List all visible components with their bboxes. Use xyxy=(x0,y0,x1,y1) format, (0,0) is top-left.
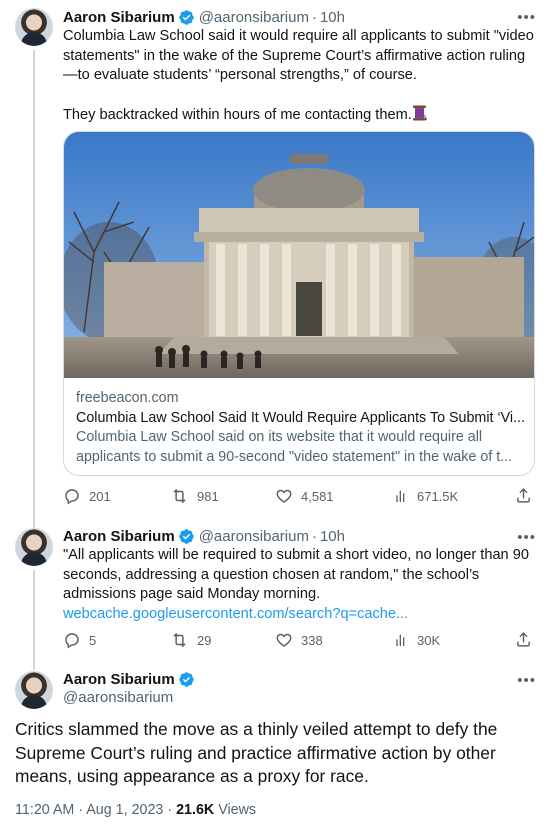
reply-icon xyxy=(65,489,79,505)
share-button[interactable] xyxy=(515,487,532,504)
tweet-datetime[interactable]: 11:20 AM · Aug 1, 2023 · xyxy=(15,802,176,818)
main-tweet-text: Critics slammed the move as a thinly vei… xyxy=(15,719,498,786)
card-description: Columbia Law School said on its website … xyxy=(76,429,513,465)
tweet-link[interactable]: webcache.googleusercontent.com/search?q=… xyxy=(63,606,408,622)
tweet-header: Aaron Sibarium @aaronsibarium · 10h xyxy=(63,7,345,27)
avatar[interactable] xyxy=(15,528,53,566)
tweet-paragraph: They backtracked within hours of me cont… xyxy=(63,105,538,128)
avatar[interactable] xyxy=(15,671,53,709)
link-card[interactable]: freebeacon.com Columbia Law School Said … xyxy=(63,131,535,476)
author-name[interactable]: Aaron Sibarium xyxy=(63,528,175,545)
tweet-actions: 201 981 4,581 671.5K xyxy=(63,487,533,507)
share-icon xyxy=(517,632,530,647)
verified-badge-icon xyxy=(178,528,195,545)
share-button[interactable] xyxy=(515,631,532,648)
views-button[interactable]: 671.5K xyxy=(393,487,458,505)
avatar[interactable] xyxy=(15,8,53,46)
card-body: freebeacon.com Columbia Law School Said … xyxy=(76,389,528,467)
views-count: 30K xyxy=(417,632,441,648)
more-icon[interactable]: ••• xyxy=(517,673,536,688)
card-domain: freebeacon.com xyxy=(76,390,179,406)
tweet-views-count: 21.6K xyxy=(176,802,215,818)
like-count: 338 xyxy=(301,632,323,648)
tweet-header: Aaron Sibarium xyxy=(63,669,199,689)
author-handle[interactable]: @aaronsibarium xyxy=(63,689,173,706)
tweet-paragraph-text: They backtracked within hours of me cont… xyxy=(63,106,412,123)
retweet-icon xyxy=(173,632,186,648)
separator-dot: · xyxy=(311,527,317,545)
reply-count: 5 xyxy=(89,632,97,648)
like-button[interactable]: 4,581 xyxy=(275,487,334,505)
timestamp[interactable]: 10h xyxy=(320,528,345,545)
tweet-handle-row: @aaronsibarium xyxy=(63,687,173,707)
tweet-actions: 5 29 338 30K xyxy=(63,631,533,651)
verified-badge-icon xyxy=(178,671,195,688)
reply-button[interactable]: 201 xyxy=(63,487,111,505)
more-icon[interactable]: ••• xyxy=(517,10,536,25)
tweet-paragraph: Columbia Law School said it would requir… xyxy=(63,28,534,83)
author-handle[interactable]: @aaronsibarium xyxy=(199,528,309,545)
views-icon xyxy=(396,490,405,502)
tweet-2[interactable]: Aaron Sibarium @aaronsibarium · 10h ••• … xyxy=(0,520,558,670)
retweet-button[interactable]: 29 xyxy=(170,631,211,649)
verified-badge-icon xyxy=(178,9,195,26)
reply-count: 201 xyxy=(89,488,111,504)
views-count: 671.5K xyxy=(417,488,459,504)
tweet-views-label: Views xyxy=(214,802,257,818)
share-icon xyxy=(517,488,530,503)
tweet-1[interactable]: Aaron Sibarium @aaronsibarium · 10h ••• … xyxy=(0,0,558,528)
card-title: Columbia Law School Said It Would Requir… xyxy=(76,409,526,426)
timestamp[interactable]: 10h xyxy=(320,9,345,26)
tweet-header: Aaron Sibarium @aaronsibarium · 10h xyxy=(63,526,345,546)
retweet-count: 981 xyxy=(197,488,219,504)
thread-line xyxy=(33,570,35,670)
tweet-text: Columbia Law School said it would requir… xyxy=(63,27,538,127)
like-button[interactable]: 338 xyxy=(275,631,323,649)
retweet-count: 29 xyxy=(197,632,212,648)
views-icon xyxy=(396,634,405,646)
like-icon xyxy=(276,633,292,647)
like-icon xyxy=(276,489,292,503)
card-image-library-photo xyxy=(64,132,534,378)
reply-button[interactable]: 5 xyxy=(63,631,96,649)
more-icon[interactable]: ••• xyxy=(517,530,536,545)
views-button[interactable]: 30K xyxy=(393,631,440,649)
author-handle[interactable]: @aaronsibarium xyxy=(199,9,309,26)
thread-spool-emoji-icon xyxy=(412,105,428,128)
author-name[interactable]: Aaron Sibarium xyxy=(63,9,175,26)
author-name[interactable]: Aaron Sibarium xyxy=(63,671,175,688)
reply-icon xyxy=(65,633,79,649)
retweet-button[interactable]: 981 xyxy=(170,487,219,505)
like-count: 4,581 xyxy=(301,488,334,504)
retweet-icon xyxy=(173,488,186,504)
tweet-text: "All applicants will be required to subm… xyxy=(63,546,538,624)
separator-dot: · xyxy=(311,8,317,26)
thread-line xyxy=(33,50,35,528)
tweet-paragraph: "All applicants will be required to subm… xyxy=(63,547,529,602)
tweet-meta: 11:20 AM · Aug 1, 2023 · 21.6K Views xyxy=(15,802,256,818)
